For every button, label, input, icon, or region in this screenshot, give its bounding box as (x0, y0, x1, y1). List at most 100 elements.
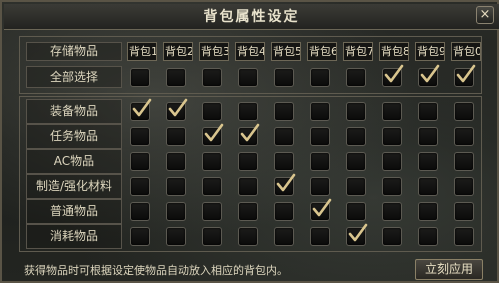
bag-settings-window: 背包属性设定 × 存储物品 背包1 背包2 背包3 背包4 背包5 背包6 背包7 背包8 背包9… (0, 0, 499, 283)
select-all-checkbox-bag-5[interactable] (274, 68, 294, 87)
category-6-checkbox-bag-4[interactable] (238, 227, 258, 246)
checkmark-icon (456, 64, 476, 83)
category-label-1: 装备物品 (26, 99, 122, 124)
category-4-checkbox-bag-5[interactable] (274, 173, 296, 196)
checkmark-icon (348, 223, 368, 242)
category-5-checkbox-bag-10[interactable] (454, 202, 474, 221)
category-5-checkbox-bag-5[interactable] (274, 202, 294, 221)
category-5-checkbox-bag-1[interactable] (130, 202, 150, 221)
category-3-checkbox-bag-10[interactable] (454, 152, 474, 171)
category-2-checkbox-bag-7[interactable] (346, 127, 366, 146)
bag-header-9[interactable]: 背包9 (415, 42, 445, 61)
apply-now-button[interactable]: 立刻应用 (415, 259, 483, 280)
bag-header-3[interactable]: 背包3 (199, 42, 229, 61)
select-all-checkbox-bag-8[interactable] (382, 64, 404, 87)
bag-header-7[interactable]: 背包7 (343, 42, 373, 61)
checkmark-icon (420, 64, 440, 83)
select-all-checkbox-bag-7[interactable] (346, 68, 366, 87)
checkmark-icon (384, 64, 404, 83)
checkmark-icon (132, 98, 152, 117)
category-4-checkbox-bag-7[interactable] (346, 177, 366, 196)
category-1-checkbox-bag-1[interactable] (130, 98, 152, 121)
category-6-checkbox-bag-9[interactable] (418, 227, 438, 246)
category-6-checkbox-bag-2[interactable] (166, 227, 186, 246)
category-2-checkbox-bag-4[interactable] (238, 123, 260, 146)
category-6-checkbox-bag-6[interactable] (310, 227, 330, 246)
category-1-checkbox-bag-10[interactable] (454, 102, 474, 121)
category-6-checkbox-bag-1[interactable] (130, 227, 150, 246)
category-6-checkbox-bag-3[interactable] (202, 227, 222, 246)
category-5-checkbox-bag-4[interactable] (238, 202, 258, 221)
select-all-checkbox-bag-6[interactable] (310, 68, 330, 87)
category-2-checkbox-bag-2[interactable] (166, 127, 186, 146)
category-4-checkbox-bag-1[interactable] (130, 177, 150, 196)
category-6-checkbox-bag-10[interactable] (454, 227, 474, 246)
bag-header-10[interactable]: 背包0 (451, 42, 481, 61)
category-2-checkbox-bag-6[interactable] (310, 127, 330, 146)
hint-text: 获得物品时可根据设定使物品自动放入相应的背包内。 (24, 264, 288, 277)
bag-header-2[interactable]: 背包2 (163, 42, 193, 61)
category-5-checkbox-bag-2[interactable] (166, 202, 186, 221)
checkmark-icon (276, 173, 296, 192)
checkmark-icon (240, 123, 260, 142)
category-4-checkbox-bag-8[interactable] (382, 177, 402, 196)
header-row-label: 存储物品 (26, 42, 122, 61)
category-6-checkbox-bag-7[interactable] (346, 223, 368, 246)
category-5-checkbox-bag-6[interactable] (310, 198, 332, 221)
category-2-checkbox-bag-10[interactable] (454, 127, 474, 146)
select-all-checkbox-bag-2[interactable] (166, 68, 186, 87)
bag-header-1[interactable]: 背包1 (127, 42, 157, 61)
category-label-2: 任务物品 (26, 124, 122, 149)
select-all-checkbox-bag-4[interactable] (238, 68, 258, 87)
category-5-checkbox-bag-3[interactable] (202, 202, 222, 221)
category-2-checkbox-bag-5[interactable] (274, 127, 294, 146)
category-2-checkbox-bag-8[interactable] (382, 127, 402, 146)
select-all-checkbox-bag-3[interactable] (202, 68, 222, 87)
category-label-5: 普通物品 (26, 199, 122, 224)
category-5-checkbox-bag-9[interactable] (418, 202, 438, 221)
category-1-checkbox-bag-7[interactable] (346, 102, 366, 121)
category-1-checkbox-bag-9[interactable] (418, 102, 438, 121)
category-3-checkbox-bag-6[interactable] (310, 152, 330, 171)
category-1-checkbox-bag-3[interactable] (202, 102, 222, 121)
category-2-checkbox-bag-9[interactable] (418, 127, 438, 146)
bag-header-5[interactable]: 背包5 (271, 42, 301, 61)
bag-header-8[interactable]: 背包8 (379, 42, 409, 61)
category-6-checkbox-bag-8[interactable] (382, 227, 402, 246)
category-3-checkbox-bag-5[interactable] (274, 152, 294, 171)
category-1-checkbox-bag-8[interactable] (382, 102, 402, 121)
category-2-checkbox-bag-1[interactable] (130, 127, 150, 146)
bag-header-6[interactable]: 背包6 (307, 42, 337, 61)
category-2-checkbox-bag-3[interactable] (202, 123, 224, 146)
select-all-checkbox-bag-1[interactable] (130, 68, 150, 87)
category-3-checkbox-bag-3[interactable] (202, 152, 222, 171)
category-5-checkbox-bag-7[interactable] (346, 202, 366, 221)
category-4-checkbox-bag-6[interactable] (310, 177, 330, 196)
checkmark-icon (168, 98, 188, 117)
category-3-checkbox-bag-4[interactable] (238, 152, 258, 171)
close-button[interactable]: × (476, 6, 494, 24)
category-4-checkbox-bag-10[interactable] (454, 177, 474, 196)
checkmark-icon (312, 198, 332, 217)
category-6-checkbox-bag-5[interactable] (274, 227, 294, 246)
category-4-checkbox-bag-9[interactable] (418, 177, 438, 196)
category-3-checkbox-bag-7[interactable] (346, 152, 366, 171)
category-4-checkbox-bag-4[interactable] (238, 177, 258, 196)
select-all-checkbox-bag-9[interactable] (418, 64, 440, 87)
bag-header-4[interactable]: 背包4 (235, 42, 265, 61)
category-4-checkbox-bag-2[interactable] (166, 177, 186, 196)
category-1-checkbox-bag-6[interactable] (310, 102, 330, 121)
category-1-checkbox-bag-2[interactable] (166, 98, 188, 121)
category-4-checkbox-bag-3[interactable] (202, 177, 222, 196)
category-3-checkbox-bag-8[interactable] (382, 152, 402, 171)
category-5-checkbox-bag-8[interactable] (382, 202, 402, 221)
category-3-checkbox-bag-1[interactable] (130, 152, 150, 171)
category-1-checkbox-bag-4[interactable] (238, 102, 258, 121)
select-all-checkbox-bag-10[interactable] (454, 64, 476, 87)
category-3-checkbox-bag-2[interactable] (166, 152, 186, 171)
category-1-checkbox-bag-5[interactable] (274, 102, 294, 121)
window-title: 背包属性设定 (203, 9, 300, 25)
checkmark-icon (204, 123, 224, 142)
category-3-checkbox-bag-9[interactable] (418, 152, 438, 171)
category-label-3: AC物品 (26, 149, 122, 174)
